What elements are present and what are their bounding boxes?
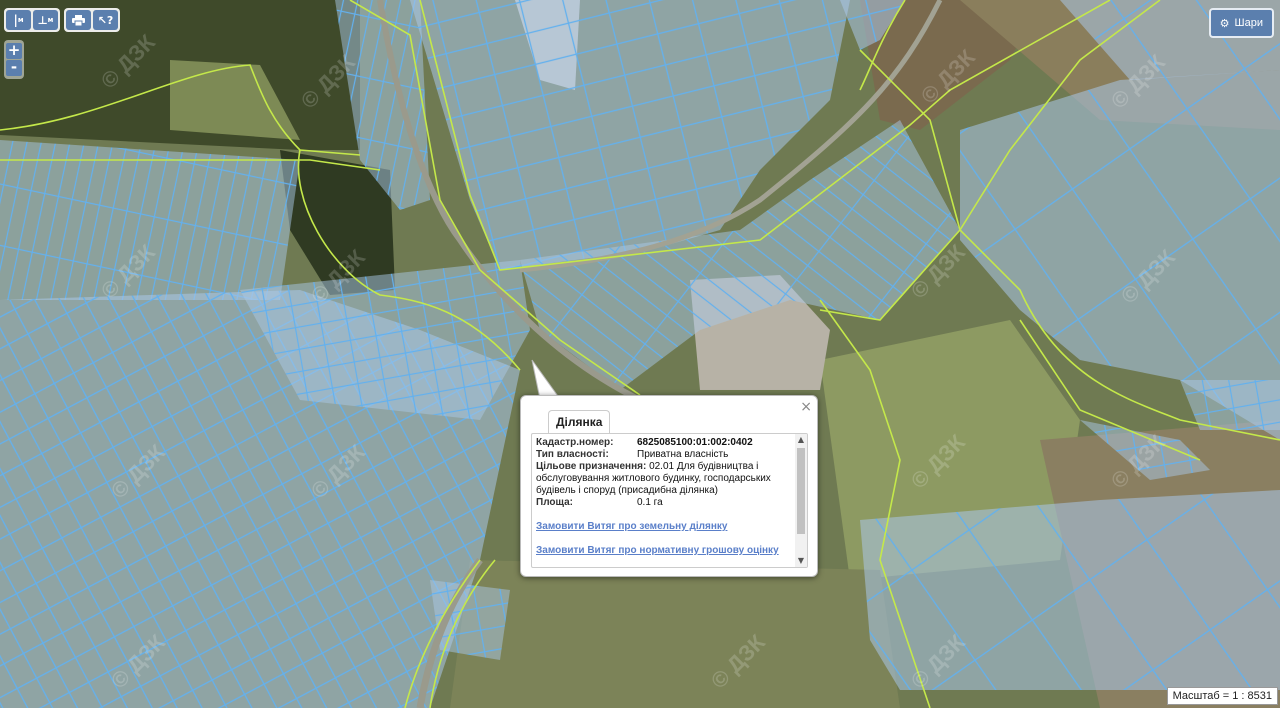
popup-body: Кадастр.номер: 6825085100:01:002:0402 Ти… bbox=[531, 433, 808, 568]
scroll-up-icon[interactable]: ▲ bbox=[797, 435, 805, 445]
order-parcel-extract-link[interactable]: Замовити Витяг про земельну ділянку bbox=[536, 521, 792, 533]
order-valuation-extract-link[interactable]: Замовити Витяг про нормативну грошову оц… bbox=[536, 545, 792, 557]
field-purpose: Цільове призначення: 02.01 Для будівницт… bbox=[536, 461, 792, 497]
scroll-down-icon[interactable]: ▼ bbox=[797, 556, 805, 566]
map-toolbar: | м ⊥ м ↖? bbox=[4, 8, 120, 32]
print-button[interactable] bbox=[66, 10, 91, 30]
field-label: Площа: bbox=[536, 497, 573, 508]
layers-button[interactable]: ⚙ Шари bbox=[1208, 8, 1274, 38]
identify-button[interactable]: ↖? bbox=[93, 10, 118, 30]
print-icon bbox=[72, 14, 85, 26]
measure-area-label: м bbox=[47, 16, 54, 24]
field-ownership-type: Тип власності: Приватна власність bbox=[536, 449, 792, 461]
tab-parcel[interactable]: Ділянка bbox=[548, 410, 611, 433]
popup-scrollbar[interactable]: ▲ ▼ bbox=[795, 434, 807, 567]
parcel-info-popup: × Ділянка Кадастр.номер: 6825085100:01:0… bbox=[520, 395, 818, 577]
map-scale: Масштаб = 1 : 8531 bbox=[1166, 687, 1278, 705]
field-area: Площа: 0.1 га bbox=[536, 497, 792, 509]
cursor-question-icon: ↖? bbox=[97, 13, 114, 27]
parcel-details: Кадастр.номер: 6825085100:01:002:0402 Ти… bbox=[536, 437, 792, 557]
cadastral-number-value: 6825085100:01:002:0402 bbox=[637, 437, 753, 448]
field-label: Кадастр.номер: bbox=[536, 437, 614, 448]
measure-area-button[interactable]: ⊥ м bbox=[33, 10, 58, 30]
close-icon[interactable]: × bbox=[800, 399, 812, 415]
ownership-type-value: Приватна власність bbox=[637, 449, 729, 460]
field-label: Цільове призначення: bbox=[536, 461, 647, 472]
area-icon: ⊥ bbox=[37, 13, 48, 27]
measure-length-label: м bbox=[17, 16, 24, 24]
measure-tools: | м ⊥ м bbox=[4, 8, 60, 32]
zoom-out-button[interactable]: - bbox=[6, 60, 22, 76]
scroll-thumb[interactable] bbox=[797, 448, 805, 534]
layers-button-label: Шари bbox=[1234, 17, 1263, 29]
zoom-control: + - bbox=[4, 40, 24, 79]
area-value: 0.1 га bbox=[637, 497, 663, 508]
field-cadastral-number: Кадастр.номер: 6825085100:01:002:0402 bbox=[536, 437, 792, 449]
zoom-in-button[interactable]: + bbox=[6, 43, 22, 59]
field-label: Тип власності: bbox=[536, 449, 609, 460]
misc-tools: ↖? bbox=[64, 8, 120, 32]
aerial-map[interactable]: © ДЗК © ДЗК © ДЗК © ДЗК © ДЗК © ДЗК © ДЗ… bbox=[0, 0, 1280, 708]
measure-length-button[interactable]: | м bbox=[6, 10, 31, 30]
gear-icon: ⚙ bbox=[1219, 16, 1230, 30]
